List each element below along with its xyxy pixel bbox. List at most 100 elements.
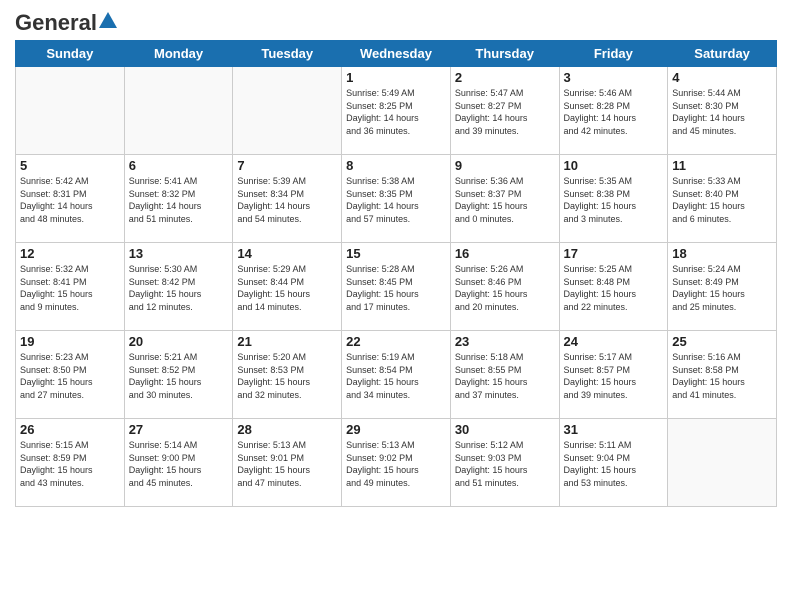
- day-info: Sunrise: 5:24 AM Sunset: 8:49 PM Dayligh…: [672, 263, 772, 313]
- calendar-cell: 1Sunrise: 5:49 AM Sunset: 8:25 PM Daylig…: [342, 67, 451, 155]
- calendar-cell: 17 Sunrise: 5:25 AM Sunset: 8:48 PM Dayli…: [559, 243, 668, 331]
- day-info: Sunrise: 5:46 AM Sunset: 8:28 PM Dayligh…: [564, 87, 664, 137]
- day-header-thursday: Thursday: [450, 41, 559, 67]
- day-number: 28: [237, 422, 337, 437]
- day-number: 23: [455, 334, 555, 349]
- day-info: Sunrise: 5:47 AM Sunset: 8:27 PM Dayligh…: [455, 87, 555, 137]
- day-info: Sunrise: 5:38 AM Sunset: 8:35 PM Dayligh…: [346, 175, 446, 225]
- calendar-cell: 7 Sunrise: 5:39 AM Sunset: 8:34 PM Daylig…: [233, 155, 342, 243]
- day-number: 26: [20, 422, 120, 437]
- day-info: Sunrise: 5:12 AM Sunset: 9:03 PM Dayligh…: [455, 439, 555, 489]
- day-number: 5: [20, 158, 120, 173]
- calendar-cell: 16 Sunrise: 5:26 AM Sunset: 8:46 PM Dayli…: [450, 243, 559, 331]
- day-number: 25: [672, 334, 772, 349]
- day-number: 15: [346, 246, 446, 261]
- day-number: 8: [346, 158, 446, 173]
- calendar-cell: 6 Sunrise: 5:41 AM Sunset: 8:32 PM Daylig…: [124, 155, 233, 243]
- day-info: Sunrise: 5:18 AM Sunset: 8:55 PM Dayligh…: [455, 351, 555, 401]
- calendar-cell: [124, 67, 233, 155]
- header: General: [15, 10, 777, 32]
- calendar-cell: 29Sunrise: 5:13 AM Sunset: 9:02 PM Dayli…: [342, 419, 451, 507]
- day-info: Sunrise: 5:36 AM Sunset: 8:37 PM Dayligh…: [455, 175, 555, 225]
- calendar-week-row: 19Sunrise: 5:23 AM Sunset: 8:50 PM Dayli…: [16, 331, 777, 419]
- day-info: Sunrise: 5:20 AM Sunset: 8:53 PM Dayligh…: [237, 351, 337, 401]
- day-info: Sunrise: 5:35 AM Sunset: 8:38 PM Dayligh…: [564, 175, 664, 225]
- day-number: 17: [564, 246, 664, 261]
- day-number: 20: [129, 334, 229, 349]
- day-number: 21: [237, 334, 337, 349]
- calendar-cell: 3 Sunrise: 5:46 AM Sunset: 8:28 PM Daylig…: [559, 67, 668, 155]
- day-number: 12: [20, 246, 120, 261]
- day-number: 16: [455, 246, 555, 261]
- day-number: 24: [564, 334, 664, 349]
- calendar-cell: 14 Sunrise: 5:29 AM Sunset: 8:44 PM Dayli…: [233, 243, 342, 331]
- calendar-cell: 18 Sunrise: 5:24 AM Sunset: 8:49 PM Dayli…: [668, 243, 777, 331]
- page: General SundayMondayTuesdayWednesdayThur…: [0, 0, 792, 612]
- day-header-saturday: Saturday: [668, 41, 777, 67]
- day-info: Sunrise: 5:32 AM Sunset: 8:41 PM Dayligh…: [20, 263, 120, 313]
- day-number: 2: [455, 70, 555, 85]
- day-info: Sunrise: 5:25 AM Sunset: 8:48 PM Dayligh…: [564, 263, 664, 313]
- day-number: 29: [346, 422, 446, 437]
- calendar-cell: [16, 67, 125, 155]
- calendar-cell: 9Sunrise: 5:36 AM Sunset: 8:37 PM Daylig…: [450, 155, 559, 243]
- day-info: Sunrise: 5:17 AM Sunset: 8:57 PM Dayligh…: [564, 351, 664, 401]
- calendar-cell: 28 Sunrise: 5:13 AM Sunset: 9:01 PM Dayli…: [233, 419, 342, 507]
- day-info: Sunrise: 5:23 AM Sunset: 8:50 PM Dayligh…: [20, 351, 120, 401]
- calendar-cell: [233, 67, 342, 155]
- calendar-cell: 30 Sunrise: 5:12 AM Sunset: 9:03 PM Dayli…: [450, 419, 559, 507]
- calendar-cell: 22 Sunrise: 5:19 AM Sunset: 8:54 PM Dayli…: [342, 331, 451, 419]
- day-number: 1: [346, 70, 446, 85]
- day-header-wednesday: Wednesday: [342, 41, 451, 67]
- day-number: 3: [564, 70, 664, 85]
- calendar-cell: 2 Sunrise: 5:47 AM Sunset: 8:27 PM Daylig…: [450, 67, 559, 155]
- day-info: Sunrise: 5:15 AM Sunset: 8:59 PM Dayligh…: [20, 439, 120, 489]
- calendar-cell: 12 Sunrise: 5:32 AM Sunset: 8:41 PM Dayli…: [16, 243, 125, 331]
- calendar-cell: 11 Sunrise: 5:33 AM Sunset: 8:40 PM Dayli…: [668, 155, 777, 243]
- logo-general-text: General: [15, 10, 97, 36]
- day-info: Sunrise: 5:26 AM Sunset: 8:46 PM Dayligh…: [455, 263, 555, 313]
- day-header-tuesday: Tuesday: [233, 41, 342, 67]
- day-number: 18: [672, 246, 772, 261]
- day-number: 7: [237, 158, 337, 173]
- calendar-cell: 20 Sunrise: 5:21 AM Sunset: 8:52 PM Dayli…: [124, 331, 233, 419]
- calendar-cell: 10 Sunrise: 5:35 AM Sunset: 8:38 PM Dayli…: [559, 155, 668, 243]
- day-info: Sunrise: 5:41 AM Sunset: 8:32 PM Dayligh…: [129, 175, 229, 225]
- day-number: 6: [129, 158, 229, 173]
- day-number: 30: [455, 422, 555, 437]
- calendar-cell: 15Sunrise: 5:28 AM Sunset: 8:45 PM Dayli…: [342, 243, 451, 331]
- calendar-cell: 26 Sunrise: 5:15 AM Sunset: 8:59 PM Dayli…: [16, 419, 125, 507]
- calendar: SundayMondayTuesdayWednesdayThursdayFrid…: [15, 40, 777, 507]
- day-info: Sunrise: 5:13 AM Sunset: 9:01 PM Dayligh…: [237, 439, 337, 489]
- calendar-week-row: 26 Sunrise: 5:15 AM Sunset: 8:59 PM Dayli…: [16, 419, 777, 507]
- day-number: 22: [346, 334, 446, 349]
- calendar-cell: 25Sunrise: 5:16 AM Sunset: 8:58 PM Dayli…: [668, 331, 777, 419]
- calendar-cell: 5 Sunrise: 5:42 AM Sunset: 8:31 PM Daylig…: [16, 155, 125, 243]
- calendar-cell: 21 Sunrise: 5:20 AM Sunset: 8:53 PM Dayli…: [233, 331, 342, 419]
- day-number: 13: [129, 246, 229, 261]
- calendar-week-row: 1Sunrise: 5:49 AM Sunset: 8:25 PM Daylig…: [16, 67, 777, 155]
- day-info: Sunrise: 5:33 AM Sunset: 8:40 PM Dayligh…: [672, 175, 772, 225]
- day-info: Sunrise: 5:29 AM Sunset: 8:44 PM Dayligh…: [237, 263, 337, 313]
- day-header-friday: Friday: [559, 41, 668, 67]
- day-number: 14: [237, 246, 337, 261]
- day-info: Sunrise: 5:30 AM Sunset: 8:42 PM Dayligh…: [129, 263, 229, 313]
- calendar-header-row: SundayMondayTuesdayWednesdayThursdayFrid…: [16, 41, 777, 67]
- day-number: 11: [672, 158, 772, 173]
- calendar-cell: 13 Sunrise: 5:30 AM Sunset: 8:42 PM Dayli…: [124, 243, 233, 331]
- day-number: 27: [129, 422, 229, 437]
- day-info: Sunrise: 5:14 AM Sunset: 9:00 PM Dayligh…: [129, 439, 229, 489]
- day-info: Sunrise: 5:21 AM Sunset: 8:52 PM Dayligh…: [129, 351, 229, 401]
- day-info: Sunrise: 5:42 AM Sunset: 8:31 PM Dayligh…: [20, 175, 120, 225]
- calendar-cell: 23 Sunrise: 5:18 AM Sunset: 8:55 PM Dayli…: [450, 331, 559, 419]
- calendar-cell: 8 Sunrise: 5:38 AM Sunset: 8:35 PM Daylig…: [342, 155, 451, 243]
- calendar-cell: 4Sunrise: 5:44 AM Sunset: 8:30 PM Daylig…: [668, 67, 777, 155]
- day-info: Sunrise: 5:19 AM Sunset: 8:54 PM Dayligh…: [346, 351, 446, 401]
- day-info: Sunrise: 5:39 AM Sunset: 8:34 PM Dayligh…: [237, 175, 337, 225]
- day-number: 31: [564, 422, 664, 437]
- calendar-cell: 24 Sunrise: 5:17 AM Sunset: 8:57 PM Dayli…: [559, 331, 668, 419]
- logo-triangle-icon: [99, 12, 117, 28]
- calendar-cell: [668, 419, 777, 507]
- calendar-cell: 27 Sunrise: 5:14 AM Sunset: 9:00 PM Dayli…: [124, 419, 233, 507]
- day-number: 10: [564, 158, 664, 173]
